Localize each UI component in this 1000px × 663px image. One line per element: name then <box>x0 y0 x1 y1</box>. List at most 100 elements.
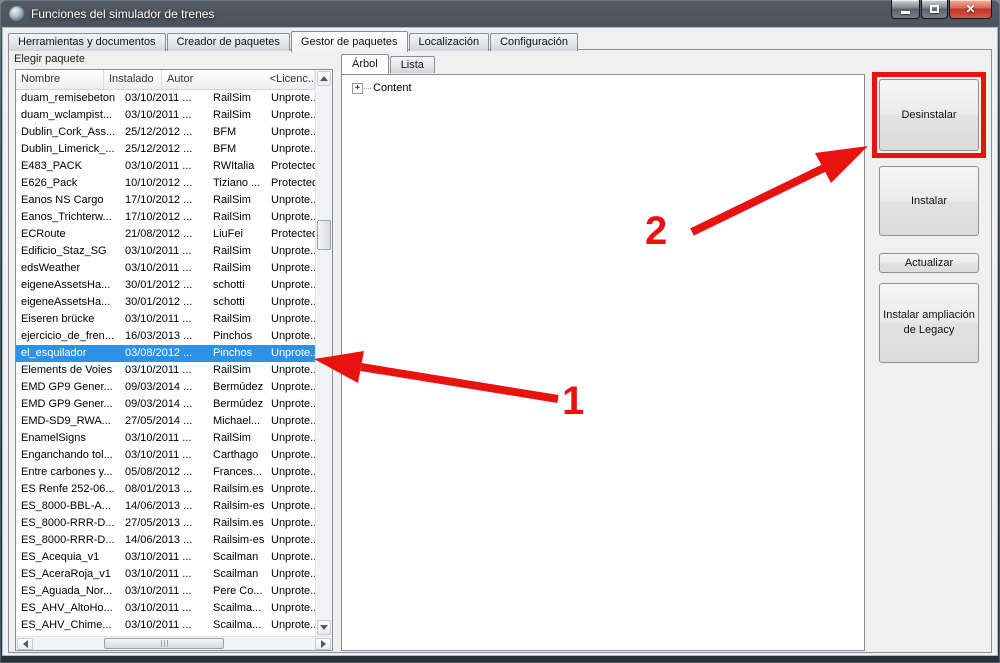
cell-name: EnamelSigns <box>16 430 120 447</box>
table-row[interactable]: Elements de Voies 03/10/2011 ... RailSim… <box>16 362 315 379</box>
column-header[interactable]: <Licenc.. <box>265 70 315 89</box>
table-row[interactable]: E483_PACK 03/10/2011 ... RWItalia Protec… <box>16 158 315 175</box>
table-row[interactable]: Dublin_Limerick_... 25/12/2012 ... BFM U… <box>16 141 315 158</box>
table-row[interactable]: ES_8000-BBL-A... 14/06/2013 ... Railsim-… <box>16 498 315 515</box>
table-row[interactable]: ES_Aguada_Nor... 03/10/2011 ... Pere Co.… <box>16 583 315 600</box>
scroll-down-button[interactable] <box>317 620 331 635</box>
update-button[interactable]: Actualizar <box>879 253 979 273</box>
cell-author: LiuFei <box>208 226 266 243</box>
cell-installed: 03/10/2011 ... <box>120 600 208 617</box>
main-tab[interactable]: Gestor de paquetes <box>291 31 408 52</box>
table-row[interactable]: ES_8000-RRR-D... 14/06/2013 ... Railsim-… <box>16 532 315 549</box>
cell-name: ES_8000-RRR-D... <box>16 515 120 532</box>
table-row[interactable]: E626_Pack 10/10/2012 ... Tiziano ... Pro… <box>16 175 315 192</box>
table-row[interactable]: EMD GP9 Gener... 09/03/2014 ... Bermúdez… <box>16 396 315 413</box>
main-tab[interactable]: Localización <box>409 33 490 51</box>
titlebar[interactable]: Funciones del simulador de trenes ✕ <box>0 0 1000 28</box>
table-row[interactable]: ejercicio_de_fren... 16/03/2013 ... Pinc… <box>16 328 315 345</box>
vertical-scrollbar[interactable] <box>315 70 332 636</box>
table-row[interactable]: eigeneAssetsHa... 30/01/2012 ... schotti… <box>16 294 315 311</box>
scroll-right-button[interactable] <box>315 638 331 650</box>
cell-name: E483_PACK <box>16 158 120 175</box>
cell-license: Unprote.. <box>266 141 315 158</box>
table-row[interactable]: duam_remisebeton 03/10/2011 ... RailSim … <box>16 90 315 107</box>
table-row[interactable]: Edificio_Staz_SG 03/10/2011 ... RailSim … <box>16 243 315 260</box>
cell-license: Unprote.. <box>266 90 315 107</box>
cell-installed: 14/06/2013 ... <box>120 532 208 549</box>
column-header[interactable]: Autor <box>162 70 265 89</box>
horizontal-scroll-thumb[interactable] <box>104 638 224 649</box>
cell-license: Unprote.. <box>266 566 315 583</box>
table-row[interactable]: el_esquilador 03/08/2012 ... Pinchos Unp… <box>16 345 315 362</box>
table-row[interactable]: Entre carbones y... 05/08/2012 ... Franc… <box>16 464 315 481</box>
main-tab[interactable]: Configuración <box>490 33 578 51</box>
cell-installed: 27/05/2014 ... <box>120 413 208 430</box>
cell-author: Pinchos <box>208 328 266 345</box>
cell-author: BFM <box>208 124 266 141</box>
cell-installed: 17/10/2012 ... <box>120 209 208 226</box>
table-row[interactable]: Eanos NS Cargo 17/10/2012 ... RailSim Un… <box>16 192 315 209</box>
cell-license: Unprote.. <box>266 107 315 124</box>
cell-installed: 09/03/2014 ... <box>120 379 208 396</box>
cell-author: RailSim <box>208 260 266 277</box>
table-row[interactable]: eigeneAssetsHa... 30/01/2012 ... schotti… <box>16 277 315 294</box>
table-row[interactable]: ES_AHV_AltoHo... 03/10/2011 ... Scailma.… <box>16 600 315 617</box>
view-tab[interactable]: Lista <box>390 56 435 73</box>
cell-installed: 05/08/2012 ... <box>120 464 208 481</box>
cell-license: Unprote.. <box>266 260 315 277</box>
cell-license: Unprote.. <box>266 192 315 209</box>
minimize-button[interactable] <box>891 0 920 19</box>
table-row[interactable]: Enganchando tol... 03/10/2011 ... Cartha… <box>16 447 315 464</box>
horizontal-scrollbar[interactable] <box>16 636 332 650</box>
table-row[interactable]: ES Renfe 252-06... 08/01/2013 ... Railsi… <box>16 481 315 498</box>
table-row[interactable]: EnamelSigns 03/10/2011 ... RailSim Unpro… <box>16 430 315 447</box>
cell-name: Eanos NS Cargo <box>16 192 120 209</box>
tree-connector <box>364 88 371 89</box>
table-row[interactable]: Eanos_Trichterw... 17/10/2012 ... RailSi… <box>16 209 315 226</box>
cell-installed: 03/08/2012 ... <box>120 345 208 362</box>
table-row[interactable]: EMD GP9 Gener... 09/03/2014 ... Bermúdez… <box>16 379 315 396</box>
table-row[interactable]: edsWeather 03/10/2011 ... RailSim Unprot… <box>16 260 315 277</box>
cell-author: Frances... <box>208 464 266 481</box>
vertical-scroll-thumb[interactable] <box>317 220 331 250</box>
cell-license: Unprote.. <box>266 447 315 464</box>
cell-author: RailSim <box>208 243 266 260</box>
cell-author: schotti <box>208 277 266 294</box>
install-legacy-expansion-button[interactable]: Instalar ampliación de Legacy <box>879 283 979 363</box>
column-header[interactable]: Nombre <box>16 70 104 89</box>
scroll-up-button[interactable] <box>317 71 331 86</box>
horizontal-scroll-track[interactable] <box>34 637 314 650</box>
tree-node-content[interactable]: + Content <box>352 82 864 94</box>
table-row[interactable]: Eiseren brücke 03/10/2011 ... RailSim Un… <box>16 311 315 328</box>
cell-license: Unprote.. <box>266 532 315 549</box>
install-button[interactable]: Instalar <box>879 166 979 236</box>
arrow-right-icon <box>321 640 326 648</box>
table-row[interactable]: EMD-SD9_RWA... 27/05/2014 ... Michael...… <box>16 413 315 430</box>
table-row[interactable]: ECRoute 21/08/2012 ... LiuFei Protected <box>16 226 315 243</box>
table-row[interactable]: duam_wclampist... 03/10/2011 ... RailSim… <box>16 107 315 124</box>
cell-name: ES_AHV_AltoHo... <box>16 600 120 617</box>
column-header[interactable]: Instalado <box>104 70 162 89</box>
cell-author: Railsim.es <box>208 515 266 532</box>
table-row[interactable]: Dublin_Cork_Ass... 25/12/2012 ... BFM Un… <box>16 124 315 141</box>
cell-author: Scailman <box>208 549 266 566</box>
cell-license: Protected <box>266 158 315 175</box>
cell-license: Protected <box>266 175 315 192</box>
expand-plus-icon[interactable]: + <box>352 83 363 94</box>
uninstall-button[interactable]: Desinstalar <box>879 79 979 151</box>
cell-installed: 14/06/2013 ... <box>120 498 208 515</box>
main-tab[interactable]: Herramientas y documentos <box>8 33 166 51</box>
view-tab[interactable]: Árbol <box>341 54 389 74</box>
main-tab[interactable]: Creador de paquetes <box>167 33 290 51</box>
close-button[interactable]: ✕ <box>949 0 992 19</box>
cell-license: Unprote.. <box>266 124 315 141</box>
cell-license: Unprote.. <box>266 430 315 447</box>
scroll-left-button[interactable] <box>17 638 33 650</box>
maximize-button[interactable] <box>921 0 948 19</box>
table-row[interactable]: ES_Acequia_v1 03/10/2011 ... Scailman Un… <box>16 549 315 566</box>
table-row[interactable]: ES_8000-RRR-D... 27/05/2013 ... Railsim.… <box>16 515 315 532</box>
cell-name: Entre carbones y... <box>16 464 120 481</box>
table-row[interactable]: ES_AHV_Chime... 03/10/2011 ... Scailma..… <box>16 617 315 634</box>
table-row[interactable]: ES_AceraRoja_v1 03/10/2011 ... Scailman … <box>16 566 315 583</box>
arrow-up-icon <box>320 76 328 81</box>
